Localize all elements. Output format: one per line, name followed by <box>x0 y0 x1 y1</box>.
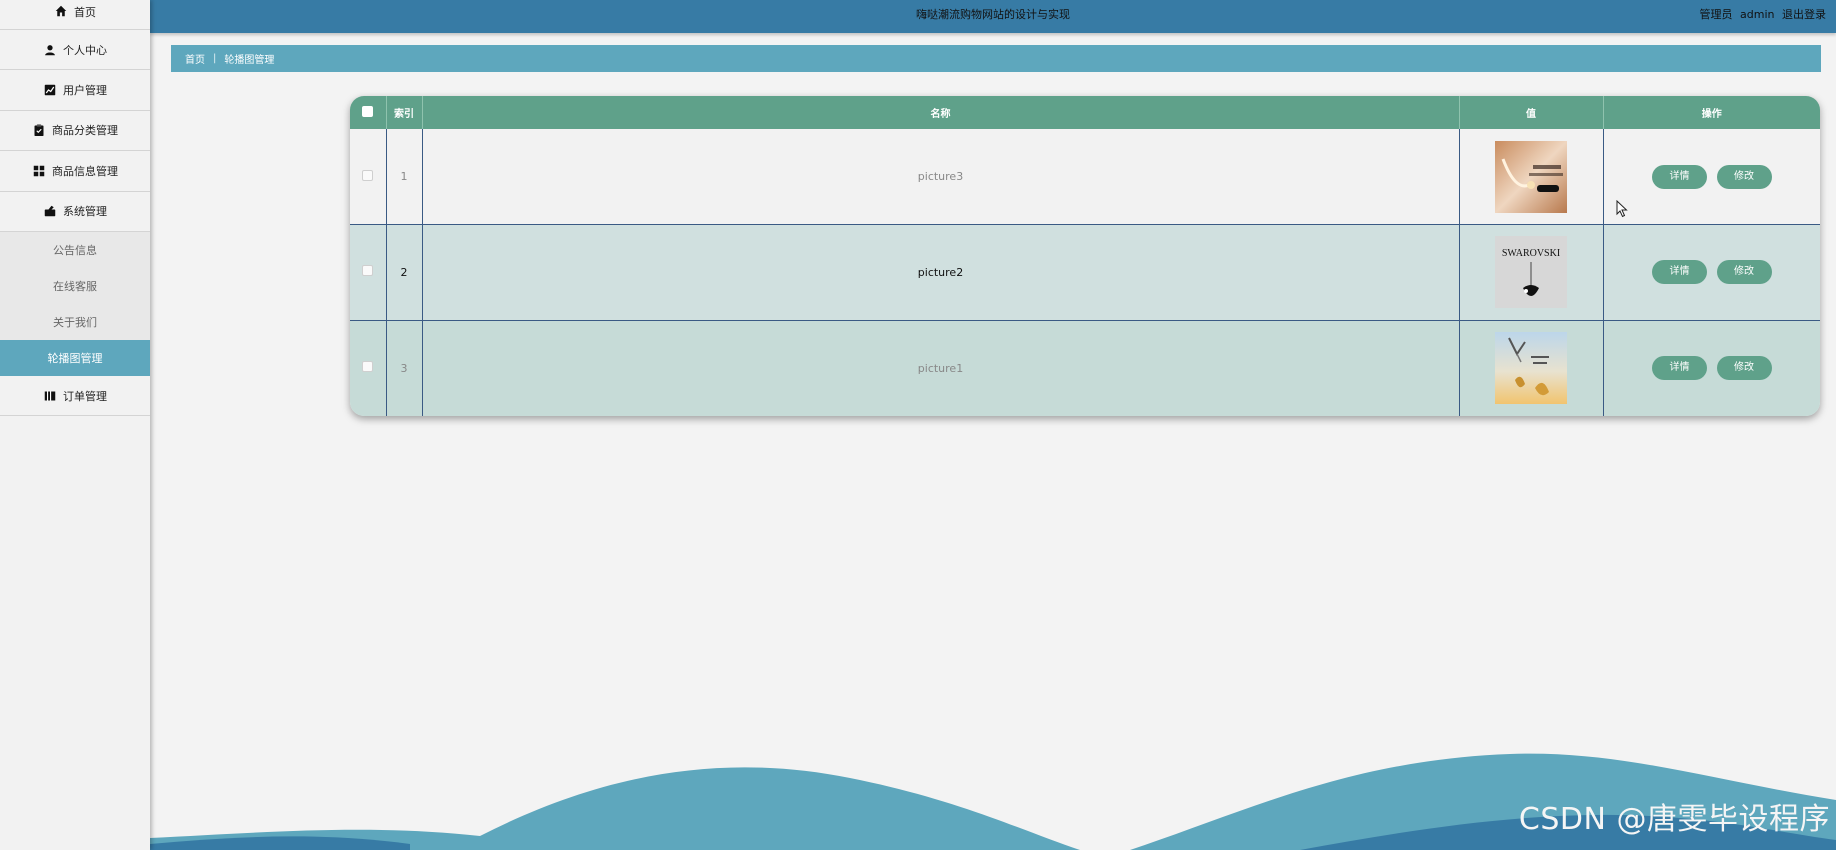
row-name: picture3 <box>422 129 1460 226</box>
swarovski-thumbnail[interactable]: SWAROVSKI <box>1495 236 1567 309</box>
row-actions: 详情 修改 <box>1603 320 1820 416</box>
column-header-name: 名称 <box>422 96 1460 129</box>
sidebar-item-label: 系统管理 <box>63 205 107 219</box>
sidebar-item-product-management[interactable]: 商品信息管理 <box>0 151 150 192</box>
row-checkbox[interactable] <box>362 265 374 277</box>
breadcrumb-current: 轮播图管理 <box>224 55 275 66</box>
settings-icon <box>43 204 57 218</box>
book-icon <box>43 389 57 403</box>
select-all-checkbox[interactable] <box>362 105 374 117</box>
logout-link[interactable]: 退出登录 <box>1782 8 1826 21</box>
grid-icon <box>32 164 46 178</box>
sidebar-item-order-management[interactable]: 订单管理 <box>0 376 150 417</box>
system-submenu: 公告信息 在线客服 关于我们 轮播图管理 <box>0 231 150 376</box>
table-header-row: 索引 名称 值 操作 <box>350 96 1820 129</box>
sidebar-item-label: 商品信息管理 <box>52 164 118 178</box>
edit-button[interactable]: 修改 <box>1716 356 1772 381</box>
submenu-item-carousel-management[interactable]: 轮播图管理 <box>0 339 150 376</box>
sidebar-item-category-management[interactable]: 商品分类管理 <box>0 111 150 152</box>
sidebar-item-label: 个人中心 <box>63 43 107 57</box>
detail-button[interactable]: 详情 <box>1652 164 1707 189</box>
row-index: 3 <box>386 320 423 416</box>
row-select-cell <box>350 224 387 321</box>
detail-button[interactable]: 详情 <box>1652 260 1707 285</box>
sidebar-item-personal-center[interactable]: 个人中心 <box>0 30 150 71</box>
column-header-value: 值 <box>1459 96 1604 129</box>
watermark-text: CSDN @唐雯毕设程序 <box>1518 802 1830 837</box>
row-select-cell <box>350 320 387 416</box>
gold-earrings-thumbnail[interactable] <box>1495 332 1567 405</box>
row-checkbox[interactable] <box>362 169 374 181</box>
username: admin <box>1740 8 1775 21</box>
breadcrumb: 首页 | 轮播图管理 <box>171 45 1821 72</box>
clipboard-icon <box>32 123 46 137</box>
home-icon <box>54 4 68 18</box>
detail-button[interactable]: 详情 <box>1652 356 1707 381</box>
row-name: picture2 <box>422 224 1460 321</box>
breadcrumb-home[interactable]: 首页 <box>185 51 205 66</box>
row-actions: 详情 修改 <box>1603 224 1820 321</box>
submenu-item-online-service[interactable]: 在线客服 <box>0 268 150 304</box>
sidebar-item-label: 首页 <box>74 6 96 19</box>
sidebar-item-label: 订单管理 <box>63 389 107 403</box>
sidebar-item-label: 用户管理 <box>63 84 107 98</box>
submenu-item-about-us[interactable]: 关于我们 <box>0 304 150 340</box>
edit-button[interactable]: 修改 <box>1716 164 1772 189</box>
row-select-cell <box>350 129 387 226</box>
column-header-index: 索引 <box>386 96 423 129</box>
row-actions: 详情 修改 <box>1603 129 1820 226</box>
breadcrumb-separator: | <box>213 53 217 64</box>
edit-button[interactable]: 修改 <box>1716 260 1772 285</box>
row-name: picture1 <box>422 320 1460 416</box>
sidebar-item-label: 商品分类管理 <box>52 124 118 138</box>
sidebar-item-home[interactable]: 首页 <box>0 0 150 30</box>
row-image-cell: SWAROVSKI <box>1459 224 1604 321</box>
site-title: 嗨哒潮流购物网站的设计与实现 <box>916 8 1070 21</box>
row-image-cell <box>1459 129 1604 226</box>
row-checkbox[interactable] <box>362 361 374 373</box>
table-row: 2 picture2 SWAROVSKI 详情 修改 <box>350 224 1820 321</box>
sidebar: 首页 个人中心 用户管理 商品分类管理 商品信息管理 系统管理 公告信息 在线客… <box>0 0 150 850</box>
mouse-cursor-icon <box>1616 200 1628 218</box>
select-all-header[interactable] <box>350 96 387 129</box>
row-index: 1 <box>386 129 423 226</box>
row-image-cell <box>1459 320 1604 416</box>
gold-necklace-thumbnail[interactable] <box>1495 140 1567 213</box>
sidebar-item-user-management[interactable]: 用户管理 <box>0 70 150 111</box>
table-row: 1 picture3 详情 修改 <box>350 129 1820 226</box>
sidebar-item-system-management[interactable]: 系统管理 <box>0 192 150 232</box>
table-row: 3 picture1 详情 修改 <box>350 320 1820 416</box>
user-role: 管理员 <box>1699 8 1733 21</box>
swarovski-logo-text: SWAROVSKI <box>1502 248 1560 259</box>
top-header: 嗨哒潮流购物网站的设计与实现 管理员 admin 退出登录 <box>150 0 1836 33</box>
submenu-item-announcements[interactable]: 公告信息 <box>0 232 150 268</box>
chart-icon <box>43 83 57 97</box>
user-area: 管理员 admin 退出登录 <box>1696 6 1826 22</box>
user-icon <box>43 43 57 57</box>
carousel-table: 索引 名称 值 操作 1 picture3 详情 修改 2 picture2 S… <box>350 96 1820 416</box>
row-index: 2 <box>386 224 423 321</box>
column-header-actions: 操作 <box>1701 109 1722 120</box>
